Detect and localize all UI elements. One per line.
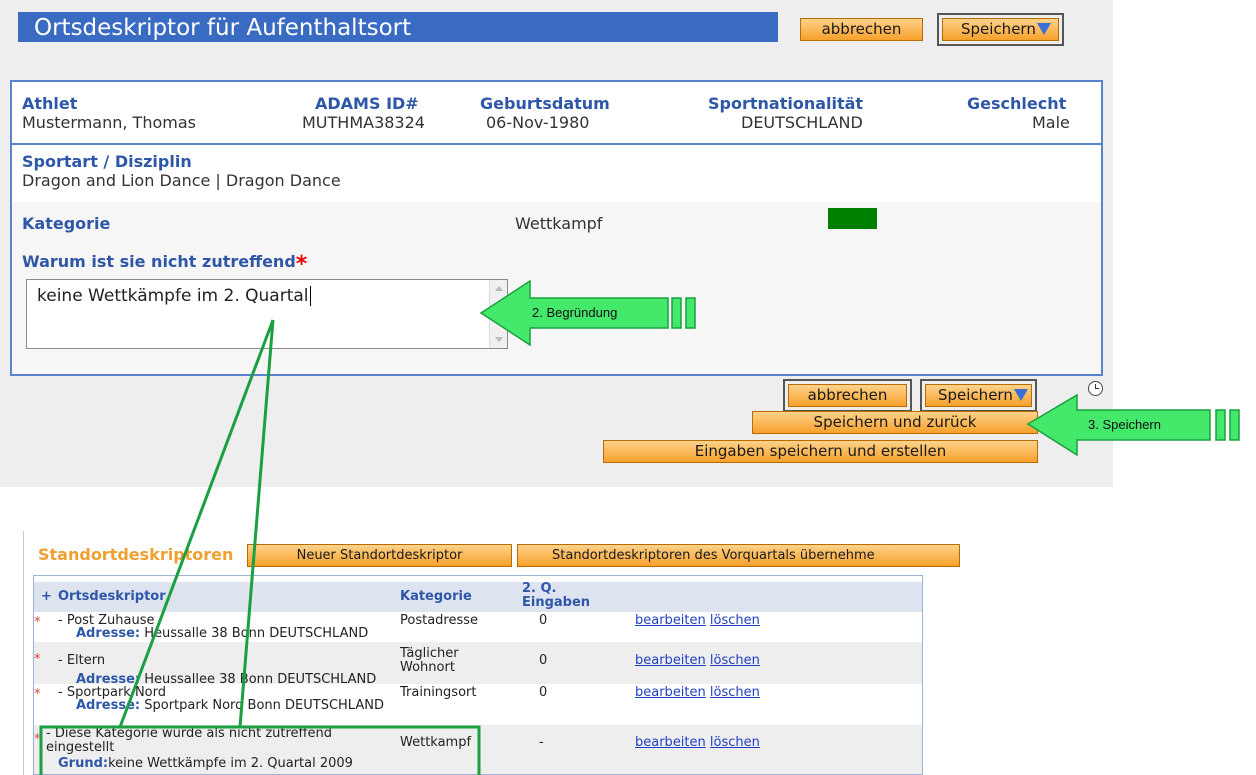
annotation-step3-label: 3. Speichern (1088, 417, 1161, 432)
connector-line (118, 319, 275, 728)
annotation-step2-label: 2. Begründung (532, 305, 618, 320)
connector-line (238, 319, 275, 728)
arrow-tail-stripe (671, 297, 682, 329)
arrow-tail-stripe (1215, 409, 1226, 441)
annotation-overlay (39, 279, 1240, 775)
arrow-tail-stripe (1229, 409, 1240, 441)
arrow-tail-stripe (685, 297, 696, 329)
highlight-box (39, 725, 481, 775)
